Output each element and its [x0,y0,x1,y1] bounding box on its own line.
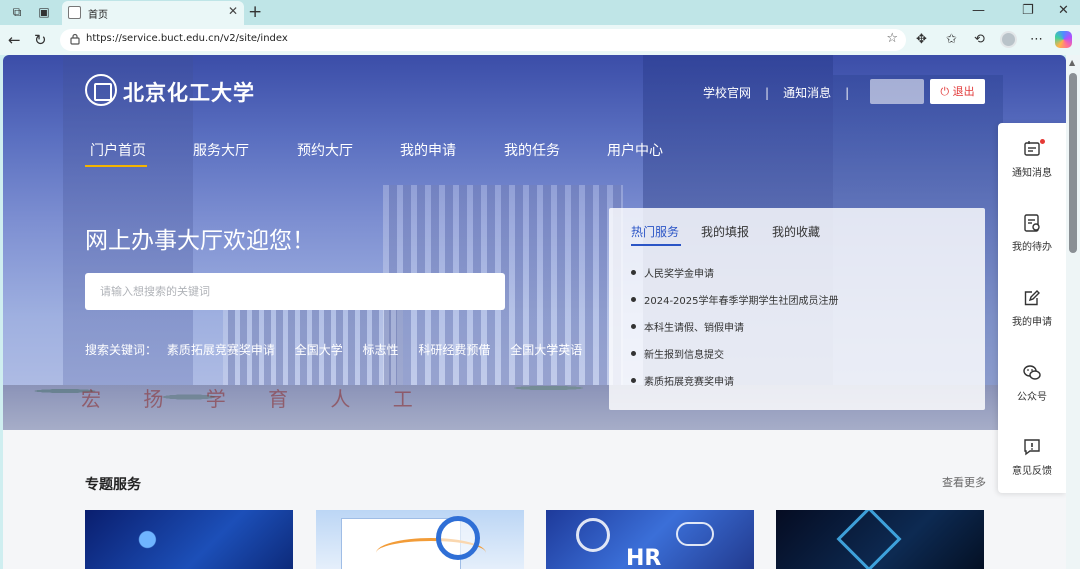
reload-icon[interactable]: ↻ [34,31,47,49]
new-tab-icon[interactable]: + [248,2,262,22]
nav-user-center[interactable]: 用户中心 [607,140,663,160]
service-list-item[interactable]: 本科生请假、销假申请 [631,319,744,334]
logout-label: 退出 [952,85,975,98]
keywords-label: 搜索关键词： [85,343,158,357]
keyword-link[interactable]: 标志性 [363,343,399,357]
hr-label: HR [626,546,662,569]
school-logo-text: 北京化工大学 [123,80,255,105]
page-scrollbar[interactable]: ▲ [1066,55,1080,569]
side-label: 我的待办 [1012,242,1052,253]
hero-calligraphy: 宏 扬 学 育 人 工 [81,387,431,411]
more-menu-icon[interactable]: ⋯ [1030,31,1043,49]
profile-avatar[interactable] [1000,31,1017,48]
nav-my-applications[interactable]: 我的申请 [400,140,456,160]
side-wechat[interactable]: 公众号 [998,363,1066,419]
edit-icon [1024,290,1040,306]
topic-card-dna[interactable] [85,510,293,569]
page-viewport: 宏 扬 学 育 人 工 北京化工大学 学校官网 | 通知消息 | ⏻ 退出 门户首页 … [3,55,1066,569]
favorites-icon[interactable]: ✩ [946,31,957,49]
topic-card-analytics[interactable] [316,510,524,569]
scroll-up-icon[interactable]: ▲ [1069,58,1075,67]
floating-side-toolbar: 通知消息 我的待办 我的申请 公众号 意见反馈 [998,123,1066,493]
minimize-icon[interactable]: — [972,3,985,18]
link-school-site[interactable]: 学校官网 [703,86,751,100]
side-label: 意见反馈 [1012,466,1052,477]
service-list-item[interactable]: 人民奖学金申请 [631,265,714,280]
keyword-link[interactable]: 全国大学 [295,343,343,357]
window-close-icon[interactable]: ✕ [1058,3,1069,18]
person-search-icon [576,518,610,552]
favorite-star-icon[interactable]: ☆ [886,31,898,46]
link-notifications[interactable]: 通知消息 [783,86,831,100]
nav-active-indicator [85,165,147,167]
browser-tab-home[interactable]: 首页 ✕ [62,1,244,25]
house-icon [836,510,902,569]
side-feedback[interactable]: 意见反馈 [998,437,1066,493]
tab-my-favorites[interactable]: 我的收藏 [772,223,820,240]
tab-hot-services[interactable]: 热门服务 [631,223,679,240]
side-label: 公众号 [1017,392,1047,403]
notification-icon [1024,141,1040,156]
keyword-link[interactable]: 素质拓展竞赛奖申请 [167,343,275,357]
url-field[interactable]: https://service.buct.edu.cn/v2/site/inde… [60,29,906,51]
service-list-item[interactable]: 2024-2025学年春季学期学生社团成员注册 [631,292,839,307]
address-bar-row: ← ↻ https://service.buct.edu.cn/v2/site/… [0,25,1080,55]
search-input[interactable] [85,273,505,310]
url-text: https://service.buct.edu.cn/v2/site/inde… [86,33,288,44]
side-label: 我的申请 [1012,317,1052,328]
user-name-box[interactable] [870,79,924,104]
top-link-separator: | [765,86,770,100]
keyword-link[interactable]: 全国大学英语 [510,343,582,357]
main-navigation: 门户首页 服务大厅 预约大厅 我的申请 我的任务 用户中心 [85,140,685,170]
magnifier-icon [436,516,480,560]
power-icon: ⏻ [940,85,950,98]
history-icon[interactable]: ⟲ [974,31,985,49]
welcome-heading: 网上办事大厅欢迎您！ [85,228,315,254]
section-title: 专题服务 [85,477,141,493]
nav-service-hall[interactable]: 服务大厅 [193,140,249,160]
side-todo[interactable]: 我的待办 [998,213,1066,269]
hero-banner: 宏 扬 学 育 人 工 北京化工大学 学校官网 | 通知消息 | ⏻ 退出 门户首页 … [3,55,1066,430]
top-links: 学校官网 | 通知消息 | [703,84,863,101]
school-emblem-icon [85,74,117,106]
service-list-item[interactable]: 素质拓展竞赛奖申请 [631,373,734,388]
hot-services-panel: 热门服务 我的填报 我的收藏 人民奖学金申请 2024-2025学年春季学期学生… [609,208,985,410]
nav-my-tasks[interactable]: 我的任务 [504,140,560,160]
site-info-icon[interactable] [69,33,81,45]
side-my-applications[interactable]: 我的申请 [998,288,1066,344]
nav-portal-home[interactable]: 门户首页 [90,140,146,160]
top-link-separator: | [845,86,850,100]
people-chat-icon [676,522,714,546]
keyword-link[interactable]: 科研经费预借 [418,343,490,357]
panel-tab-indicator [631,244,681,246]
restore-icon[interactable]: ❐ [1022,3,1034,18]
topic-card-hr[interactable]: HR [546,510,754,569]
tab-title: 首页 [88,10,108,21]
nav-booking-hall[interactable]: 预约大厅 [297,140,353,160]
search-keywords: 搜索关键词： 素质拓展竞赛奖申请 全国大学 标志性 科研经费预借 全国大学英语 [85,341,598,358]
logout-button[interactable]: ⏻ 退出 [930,79,985,104]
extensions-icon[interactable]: ✥ [916,31,927,49]
back-icon[interactable]: ← [8,31,21,49]
see-more-link[interactable]: 查看更多 [942,474,986,490]
browser-tab-bar: ⧉ ▣ 首页 ✕ + — ❐ ✕ [0,0,1080,25]
tab-my-reports[interactable]: 我的填报 [701,223,749,240]
tab-close-icon[interactable]: ✕ [228,4,238,18]
wechat-icon [1023,365,1041,380]
service-list-item[interactable]: 新生报到信息提交 [631,346,724,361]
copilot-icon[interactable] [1055,31,1072,48]
favicon-icon [68,6,81,19]
side-label: 通知消息 [1012,168,1052,179]
workspaces-icon[interactable]: ⧉ [9,4,25,20]
feedback-icon [1024,439,1040,456]
todo-icon [1024,214,1040,232]
tab-actions-icon[interactable]: ▣ [36,4,52,20]
school-logo[interactable]: 北京化工大学 [85,74,254,110]
side-notifications[interactable]: 通知消息 [998,139,1066,195]
unread-badge [1040,139,1045,144]
scroll-thumb[interactable] [1069,73,1077,253]
topic-card-smart-home[interactable] [776,510,984,569]
